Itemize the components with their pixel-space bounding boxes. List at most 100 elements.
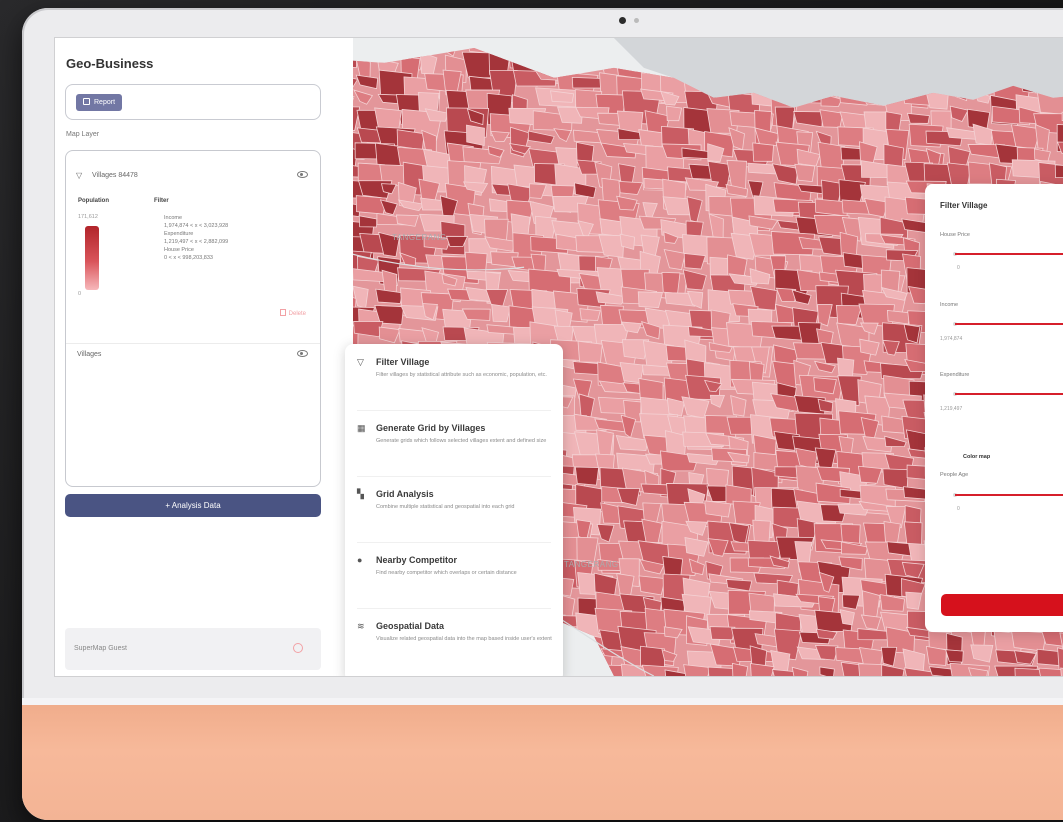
menu-item-filter-village[interactable]: ▽ Filter Village Filter villages by stat… — [345, 344, 563, 410]
menu-item-title: Generate Grid by Villages — [376, 423, 486, 433]
report-toolbar: Report — [65, 84, 321, 120]
logout-icon[interactable] — [293, 643, 303, 653]
legend-color-ramp — [85, 226, 99, 290]
field-label: People Age — [940, 472, 969, 478]
filter-range: 0 < x < 998,203,833 — [164, 255, 213, 261]
filter-name: Income — [164, 215, 183, 221]
village-region[interactable] — [839, 609, 855, 626]
eye-icon[interactable] — [297, 350, 308, 357]
village-region[interactable] — [817, 141, 846, 170]
layer-list: ▽ Villages 84478 Population Filter 171,6… — [65, 150, 321, 487]
menu-item-description: Combine multiple statistical and geospat… — [376, 504, 515, 510]
location-pin-icon: ● — [357, 555, 363, 565]
village-region[interactable] — [794, 163, 816, 183]
field-value: 1,974,874 — [940, 336, 963, 342]
village-region[interactable] — [813, 377, 837, 395]
village-region[interactable] — [1011, 629, 1047, 652]
desktop-background: TANGERANG TANGERANG Geo-Business Report … — [0, 0, 1063, 822]
layer-name: Villages 84478 — [92, 172, 138, 179]
village-region[interactable] — [752, 142, 774, 162]
village-region[interactable] — [638, 575, 666, 596]
village-region[interactable] — [819, 109, 844, 128]
user-bar: SuperMap Guest — [65, 628, 321, 670]
legend-max-value: 171,612 — [78, 214, 98, 220]
analysis-menu: ▽ Filter Village Filter villages by stat… — [345, 344, 563, 676]
color-map-label: Color map — [963, 454, 991, 460]
menu-item-geospatial-data[interactable]: ≋ Geospatial Data Visualize related geos… — [345, 608, 563, 674]
layer-name: Villages — [77, 351, 102, 358]
village-region[interactable] — [683, 252, 706, 270]
sidebar: Geo-Business Report Map Layer ▽ Villages… — [55, 38, 353, 676]
legend-filter-list: Income 1,974,874 < x < 3,023,928 Expendi… — [164, 214, 228, 262]
field-label: Expenditure — [940, 372, 970, 378]
menu-item-description: Generate grids which follows selected vi… — [376, 438, 547, 444]
village-region[interactable] — [858, 663, 885, 676]
monitor-bezel — [22, 698, 1063, 705]
delete-label: Delete — [288, 311, 306, 317]
layer-item[interactable]: ▽ Villages 84478 — [66, 165, 320, 189]
village-region[interactable] — [1054, 164, 1063, 179]
report-button-label: Report — [94, 99, 116, 106]
people-age-slider[interactable] — [955, 494, 1063, 496]
grid-analysis-icon: ▚ — [357, 489, 364, 499]
filter-icon: ▽ — [357, 357, 364, 367]
camera-led — [634, 18, 639, 23]
report-icon — [83, 98, 90, 105]
menu-item-title: Nearby Competitor — [376, 555, 458, 565]
legend-min-value: 0 — [78, 291, 82, 297]
report-button[interactable]: Report — [76, 94, 123, 111]
menu-item-grid-analysis[interactable]: ▚ Grid Analysis Combine multiple statist… — [345, 476, 563, 542]
village-region[interactable] — [510, 213, 531, 236]
menu-item-title: Grid Analysis — [376, 489, 434, 499]
village-region[interactable] — [709, 626, 736, 641]
menu-item-description: Filter villages by statistical attribute… — [376, 372, 547, 378]
delete-layer-button[interactable]: Delete — [279, 309, 306, 317]
eye-icon[interactable] — [297, 171, 308, 178]
filter-range: 1,974,874 < x < 3,023,928 — [164, 223, 229, 229]
filter-village-panel: Filter Village House Price 0 Income 1,97… — [925, 184, 1063, 632]
legend-population-header: Population — [78, 198, 109, 204]
filter-name: House Price — [164, 247, 194, 253]
field-value: 1,219,497 — [940, 406, 963, 412]
village-region[interactable] — [599, 218, 624, 237]
menu-item-generate-grid[interactable]: ▦ Generate Grid by Villages Generate gri… — [345, 410, 563, 476]
village-region[interactable] — [883, 521, 901, 544]
layers-icon: ≋ — [357, 621, 365, 631]
field-value: 0 — [957, 506, 960, 512]
app-screen: TANGERANG TANGERANG Geo-Business Report … — [54, 37, 1063, 677]
menu-item-title: Filter Village — [376, 357, 430, 367]
legend-filter-header: Filter — [154, 198, 169, 204]
menu-item-title: Geospatial Data — [376, 621, 445, 631]
monitor-chin — [22, 705, 1063, 820]
village-region[interactable] — [577, 340, 603, 363]
village-region[interactable] — [925, 645, 947, 666]
field-label: Income — [940, 302, 959, 308]
filter-name: Expenditure — [164, 231, 194, 237]
map-label: TANGERANG — [392, 233, 447, 242]
village-region[interactable] — [637, 291, 664, 308]
village-region[interactable] — [666, 105, 683, 122]
map-label: TANGERANG — [564, 560, 619, 569]
village-region[interactable] — [661, 271, 681, 294]
analysis-data-button[interactable]: + Analysis Data — [65, 494, 321, 517]
filter-range: 1,219,497 < x < 2,882,099 — [164, 239, 229, 245]
village-region[interactable] — [491, 303, 511, 323]
grid-icon: ▦ — [357, 423, 366, 433]
village-region[interactable] — [905, 591, 923, 610]
field-value: 0 — [957, 265, 960, 271]
menu-item-description: Find nearby competitor which overlaps or… — [376, 570, 517, 576]
village-region[interactable] — [579, 308, 601, 321]
village-region[interactable] — [596, 429, 614, 457]
village-region[interactable] — [574, 466, 600, 486]
house-price-slider[interactable] — [955, 253, 1063, 255]
camera-icon — [619, 17, 626, 24]
apply-filter-button[interactable] — [941, 594, 1063, 616]
menu-item-description: Visualize related geospatial data into t… — [376, 636, 552, 642]
layer-item[interactable]: Villages — [66, 343, 320, 367]
village-region[interactable] — [1038, 667, 1063, 676]
income-slider[interactable] — [955, 323, 1063, 325]
filter-panel-title: Filter Village — [940, 201, 988, 210]
expenditure-slider[interactable] — [955, 393, 1063, 395]
menu-item-nearby-competitor[interactable]: ● Nearby Competitor Find nearby competit… — [345, 542, 563, 608]
village-region[interactable] — [466, 124, 485, 147]
